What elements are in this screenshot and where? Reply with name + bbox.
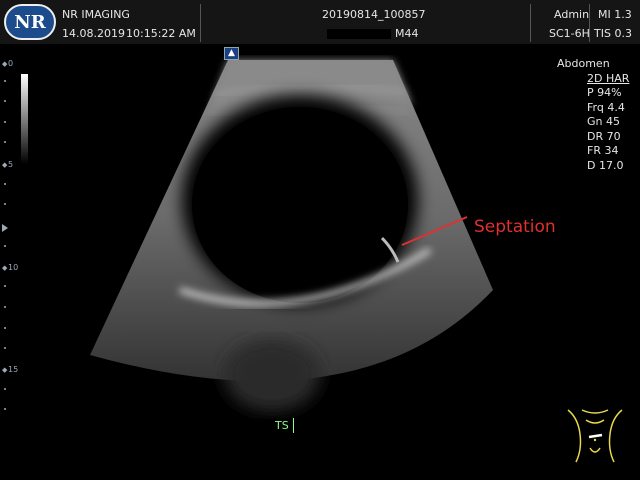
- param-dynamic-range: DR 70: [587, 129, 621, 143]
- deep-structure: [224, 339, 320, 411]
- ultrasound-image: [90, 60, 493, 411]
- grayscale-bar: [21, 74, 28, 164]
- abdomen-icon[interactable]: [562, 404, 628, 468]
- probe-orientation-icon: ▲: [224, 47, 239, 60]
- exam-preset[interactable]: Abdomen: [557, 57, 639, 72]
- param-depth: D 17.0: [587, 158, 624, 172]
- anechoic-cyst-core: [192, 107, 408, 303]
- orientation-label: TS: [275, 419, 289, 432]
- septation-label: Septation: [474, 217, 556, 237]
- text-cursor: [293, 418, 294, 433]
- depth-label: 10: [8, 263, 19, 272]
- param-frequency: Frq 4.4: [587, 100, 625, 114]
- imaging-parameters: Abdomen 2D HAR P 94% Frq 4.4 Gn 45 DR 70…: [557, 57, 639, 173]
- param-power: P 94%: [587, 86, 622, 99]
- depth-label: 15: [8, 365, 19, 374]
- param-frame-rate: FR 34: [587, 144, 619, 157]
- param-gain: Gn 45: [587, 115, 620, 128]
- imaging-mode[interactable]: 2D HAR: [587, 72, 639, 87]
- depth-minor-ticks: [4, 80, 6, 410]
